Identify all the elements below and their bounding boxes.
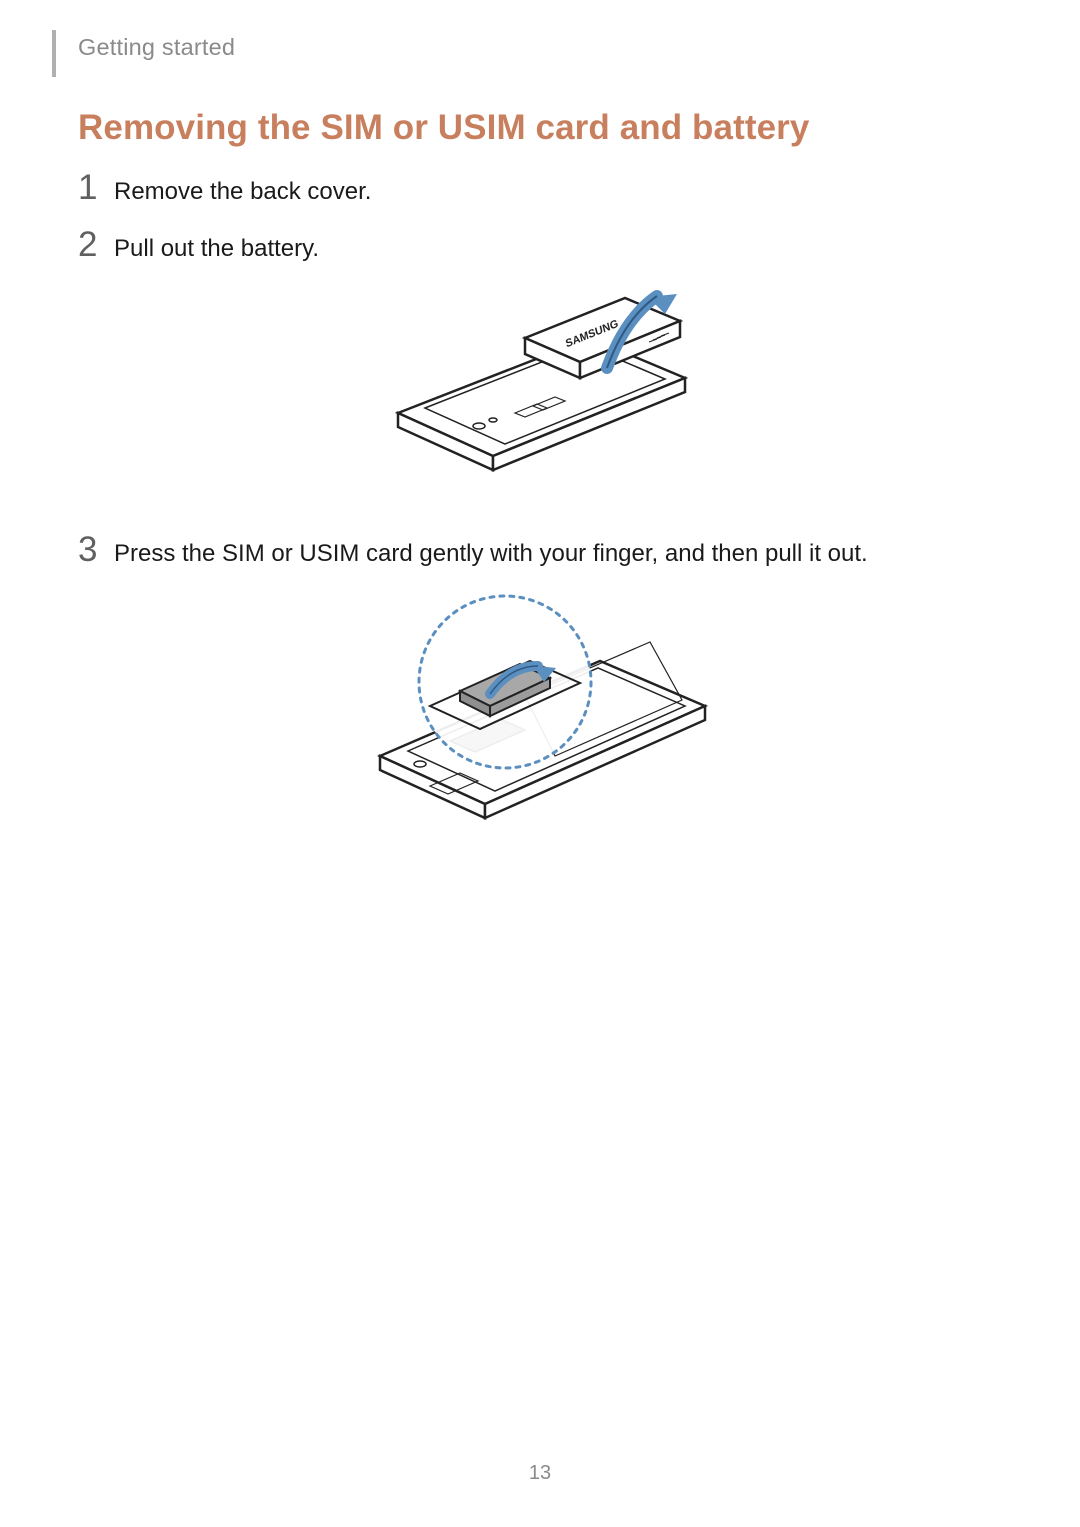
illustration-sim-removal [350,586,730,836]
sim-removal-icon [350,586,730,836]
step-number: 2 [78,227,110,262]
battery-removal-icon: SAMSUNG [365,278,715,498]
step-2: 2 Pull out the battery. [78,227,319,264]
step-1: 1 Remove the back cover. [78,170,371,207]
page-number: 13 [0,1462,1080,1485]
step-number: 1 [78,170,110,205]
section-title: Removing the SIM or USIM card and batter… [78,108,809,148]
manual-page: Getting started Removing the SIM or USIM… [0,0,1080,1527]
breadcrumb: Getting started [78,34,235,61]
step-3: 3 Press the SIM or USIM card gently with… [78,532,868,569]
step-text: Pull out the battery. [114,233,319,264]
step-text: Remove the back cover. [114,176,371,207]
step-text: Press the SIM or USIM card gently with y… [114,538,868,569]
illustration-battery-removal: SAMSUNG [365,278,715,498]
step-number: 3 [78,532,110,567]
header-divider [52,30,56,77]
